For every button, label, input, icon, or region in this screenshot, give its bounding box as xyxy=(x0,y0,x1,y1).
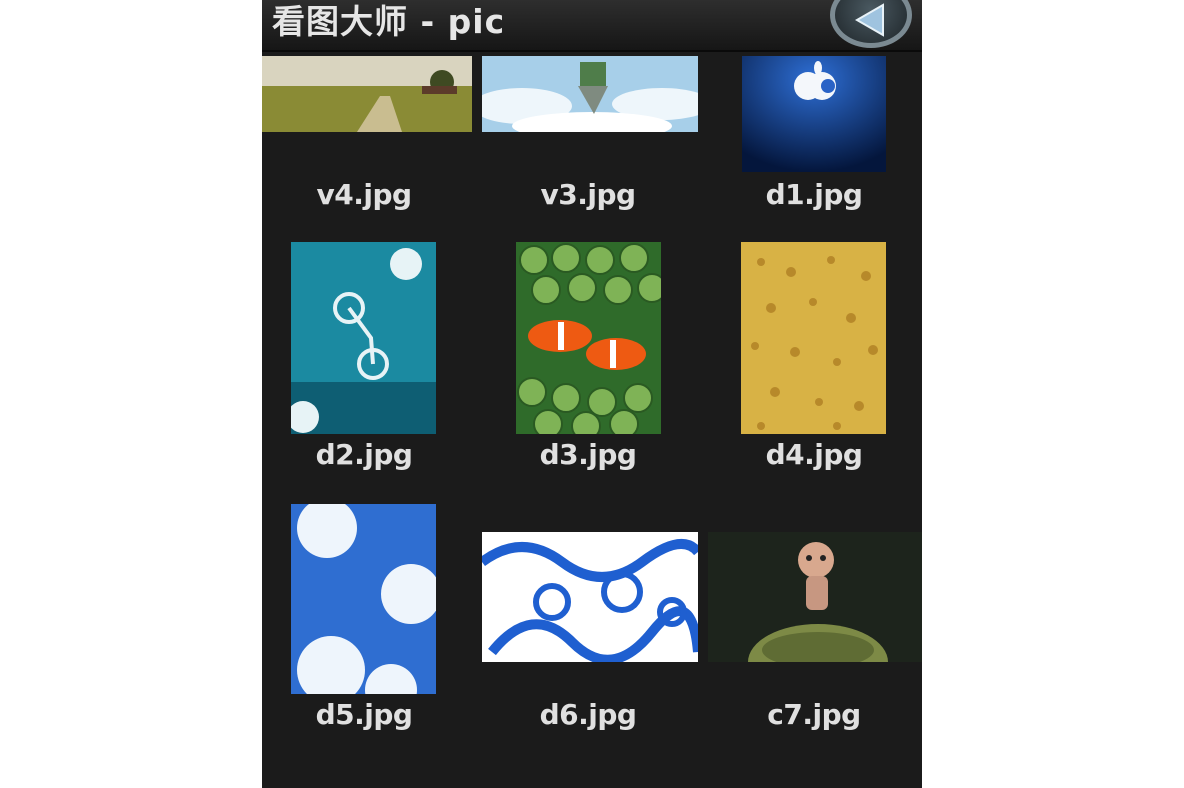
file-name-label: d1.jpg xyxy=(765,178,863,211)
file-name-label: d2.jpg xyxy=(315,438,413,471)
thumbnail-d5[interactable] xyxy=(291,504,436,694)
thumbnail-d6[interactable] xyxy=(482,532,698,662)
thumbnail-d2[interactable] xyxy=(291,242,436,434)
thumbnail-c7[interactable] xyxy=(708,532,922,662)
thumbnail-v4[interactable] xyxy=(262,56,472,132)
back-arrow-icon xyxy=(854,3,884,37)
file-name-label: d6.jpg xyxy=(539,698,637,731)
thumbnail-d3[interactable] xyxy=(516,242,661,434)
file-name-label: v3.jpg xyxy=(540,178,636,211)
app-window: 看图大师 - pic v4.jpg v3.jpg d1.jpg d2.jpg d… xyxy=(262,0,922,788)
title-bar: 看图大师 - pic xyxy=(262,0,922,52)
file-name-label: d3.jpg xyxy=(539,438,637,471)
file-name-label: c7.jpg xyxy=(767,698,861,731)
file-name-label: v4.jpg xyxy=(316,178,412,211)
file-name-label: d5.jpg xyxy=(315,698,413,731)
back-button[interactable] xyxy=(830,0,912,48)
file-name-label: d4.jpg xyxy=(765,438,863,471)
window-title: 看图大师 - pic xyxy=(272,2,506,41)
thumbnail-v3[interactable] xyxy=(482,56,698,132)
thumbnail-d4[interactable] xyxy=(741,242,886,434)
thumbnail-d1[interactable] xyxy=(742,56,886,172)
